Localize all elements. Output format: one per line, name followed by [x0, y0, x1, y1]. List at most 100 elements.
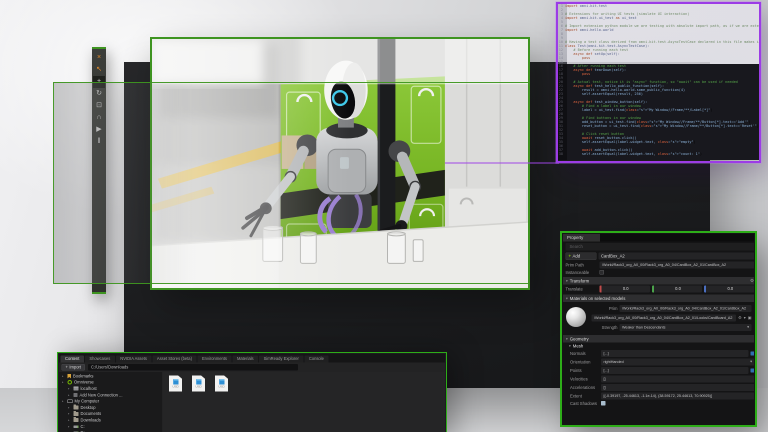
prim-path-label: Prim Path [566, 262, 598, 267]
usd-cube-icon [219, 379, 225, 385]
expand-icon[interactable]: ▸ [68, 425, 72, 429]
code-editor-panel[interactable]: 1import omni.kit.test2 3# Extensions for… [556, 2, 761, 163]
property-tab-bar: Property [563, 234, 754, 242]
code-editor-top: 1import omni.kit.test2 3# Extensions for… [558, 4, 759, 64]
snap-tool-icon[interactable]: ∩ [93, 112, 105, 124]
strength-label: Strength [592, 325, 618, 330]
geometry-row: Extent[(-0.39197, -25.44613, -1.1e-14), … [563, 392, 754, 401]
usd-badge: USD [195, 385, 201, 388]
strength-dropdown[interactable]: Weaker than Descendants ▾ [620, 324, 752, 331]
geometry-row-label: Normals [570, 351, 599, 356]
prim-path-field[interactable]: /World/Rack3_org_A0_00/Rack3_org_A0_04/C… [600, 261, 755, 268]
line-number: 38 [558, 152, 565, 156]
tree-item-label: Bookmarks [73, 374, 93, 379]
tree-item-label: Desktop [81, 405, 96, 410]
geometry-row: Points[...] [563, 366, 754, 375]
rotate-tool-icon[interactable]: ↻ [93, 88, 105, 100]
animation-chip-icon [751, 368, 755, 372]
property-search-input[interactable]: Search [566, 243, 755, 251]
property-panel: Property Search +Add CardBox_A2 Prim Pat… [560, 231, 757, 427]
section-transform[interactable]: ▾ Transform ⚙ [563, 277, 754, 285]
pause-button-icon[interactable]: ‖ [93, 136, 105, 148]
materials-title: Materials on selected models [570, 296, 626, 301]
tab-nvidia-assets[interactable]: NVIDIA Assets [116, 356, 152, 363]
geometry-row-label: Accelerations [570, 385, 599, 390]
usd-badge: USD [172, 385, 178, 388]
content-browser-tabs: ContentShowcasesNVIDIA AssetsAsset Store… [59, 354, 445, 363]
expand-icon[interactable]: ▸ [62, 374, 66, 378]
geometry-row: Accelerations[] [563, 383, 754, 392]
omni-cursor-icon[interactable]: × [93, 52, 105, 64]
expand-icon[interactable]: ▸ [68, 387, 72, 391]
translate-vector: 0.0 0.0 0.0 [600, 285, 755, 292]
usd-file-item[interactable]: USD [214, 376, 229, 392]
translate-z-field[interactable]: 0.0 [704, 285, 754, 292]
tab-property[interactable]: Property [563, 234, 600, 242]
translate-x-field[interactable]: 0.0 [600, 285, 650, 292]
usd-cube-icon [173, 379, 179, 385]
geometry-row-field[interactable]: [...] [601, 350, 749, 357]
bookmark-icon [68, 374, 72, 379]
material-browse-icon[interactable]: ▣ [748, 316, 752, 321]
material-prim-field[interactable]: /World/Rack3_org_A0_00/Rack3_org_A0_04/C… [620, 305, 752, 312]
usd-file-item[interactable]: USD [191, 376, 206, 392]
select-tool-icon[interactable]: ↖ [93, 64, 105, 76]
tab-showcases[interactable]: Showcases [85, 356, 115, 363]
cast-shadows-checkbox[interactable] [601, 401, 606, 406]
import-button[interactable]: +Import [62, 364, 86, 371]
geometry-row-label: Extent [570, 393, 599, 398]
geometry-row-field[interactable]: [] [601, 384, 754, 391]
tree-item-label: My Computer [75, 399, 100, 404]
add-property-button[interactable]: +Add [566, 252, 597, 260]
transform-title: Transform [570, 278, 589, 283]
translate-x-value: 0.0 [602, 287, 650, 292]
tab-materials[interactable]: Materials [232, 356, 258, 363]
file-page-icon: USD [169, 376, 182, 392]
content-browser-toolbar: +Import C:/Users/Downloads [59, 363, 445, 373]
scale-tool-icon[interactable]: ⊡ [93, 100, 105, 112]
expand-icon[interactable]: ▸ [68, 393, 72, 397]
expand-icon[interactable]: ▸ [62, 381, 66, 385]
geometry-row: Cast Shadows [563, 400, 754, 407]
mesh-title: Mesh [573, 343, 584, 348]
tab-environments[interactable]: Environments [197, 356, 231, 363]
expand-icon[interactable]: ▸ [68, 418, 72, 422]
tab-content[interactable]: Content [61, 356, 84, 363]
expand-icon[interactable]: ▸ [68, 412, 72, 416]
code-line: 38 self.assertEqual(label.widget.text, c… [558, 152, 759, 156]
content-grid: USD USD USD [163, 372, 445, 432]
material-dropdown-icon[interactable]: ▾ [744, 316, 746, 321]
move-tool-icon[interactable]: + [93, 76, 105, 88]
viewport[interactable] [150, 37, 530, 290]
material-path-field[interactable]: /World/Rack3_org_A0_00/Rack3_org_A0_04/C… [592, 314, 737, 321]
geometry-row-field[interactable]: rightHanded▾ [601, 358, 754, 365]
server-icon [74, 387, 79, 391]
chevron-down-icon: ▾ [566, 279, 568, 283]
expand-icon[interactable]: ▸ [68, 406, 72, 410]
material-block: Prim /World/Rack3_org_A0_00/Rack3_org_A0… [563, 302, 754, 334]
tree-item-label: Downloads [81, 418, 101, 423]
tab-simready-explorer[interactable]: SimReady Explorer [259, 356, 303, 363]
path-field[interactable]: C:/Users/Downloads [88, 364, 298, 371]
translate-y-field[interactable]: 0.0 [652, 285, 702, 292]
drive-icon [74, 425, 79, 428]
gear-icon[interactable]: ⚙ [750, 278, 754, 284]
play-button-icon[interactable]: ▶ [93, 124, 105, 136]
tab-console[interactable]: Console [304, 356, 328, 363]
geometry-row-field[interactable]: [(-0.39197, -25.44613, -1.1e-14), (38.59… [601, 392, 754, 399]
section-geometry[interactable]: ▾ Geometry [563, 335, 754, 343]
usd-file-item[interactable]: USD [168, 376, 183, 392]
tab-asset-stores-beta-[interactable]: Asset Stores (beta) [152, 356, 196, 363]
file-page-icon: USD [215, 376, 228, 392]
instanceable-checkbox[interactable] [600, 270, 605, 275]
material-gear-icon[interactable]: ⚙ [738, 316, 742, 321]
section-materials[interactable]: ▾ Materials on selected models [563, 295, 754, 303]
geometry-row-field[interactable]: [...] [601, 367, 749, 374]
folder-icon [74, 406, 79, 410]
tree-item-label: localhost [81, 386, 97, 391]
plus-icon: + [66, 365, 68, 370]
animation-chip-icon [751, 351, 755, 355]
geometry-row-field[interactable]: [] [601, 375, 754, 382]
expand-icon[interactable]: ▸ [62, 400, 66, 404]
prim-name-field[interactable]: CardBox_A2 [599, 253, 755, 260]
